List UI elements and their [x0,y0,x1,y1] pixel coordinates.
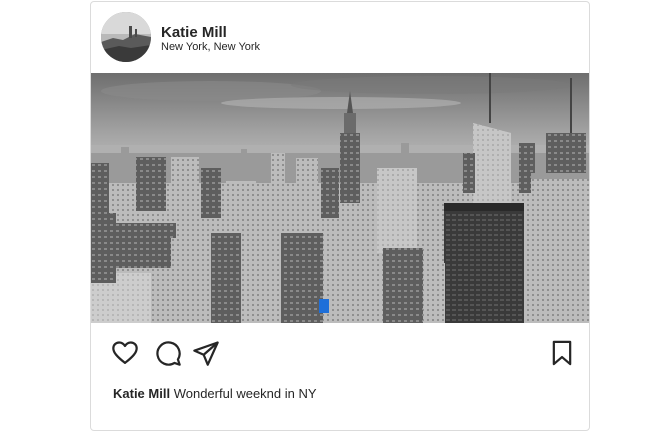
save-button[interactable] [548,339,576,367]
caption-username[interactable]: Katie Mill [113,386,170,401]
like-button[interactable] [111,339,139,367]
share-button[interactable] [192,339,220,367]
post-caption: Katie Mill Wonderful weeknd in NY [113,386,317,402]
paper-plane-icon [193,341,219,366]
heart-icon [112,341,138,365]
comment-button[interactable] [154,339,182,367]
post-header: Katie Mill New York, New York [91,2,589,73]
caption-text: Wonderful weeknd in NY [173,386,317,401]
comment-icon [156,341,181,366]
city-skyline-image [91,73,589,323]
avatar[interactable] [101,12,151,62]
avatar-image [101,12,151,62]
bookmark-icon [552,340,572,366]
post-actions [91,323,589,383]
post-card: Katie Mill New York, New York Katie Mill… [90,1,590,431]
post-photo[interactable] [91,73,589,323]
post-location[interactable]: New York, New York [161,41,260,54]
post-username[interactable]: Katie Mill [161,24,227,41]
